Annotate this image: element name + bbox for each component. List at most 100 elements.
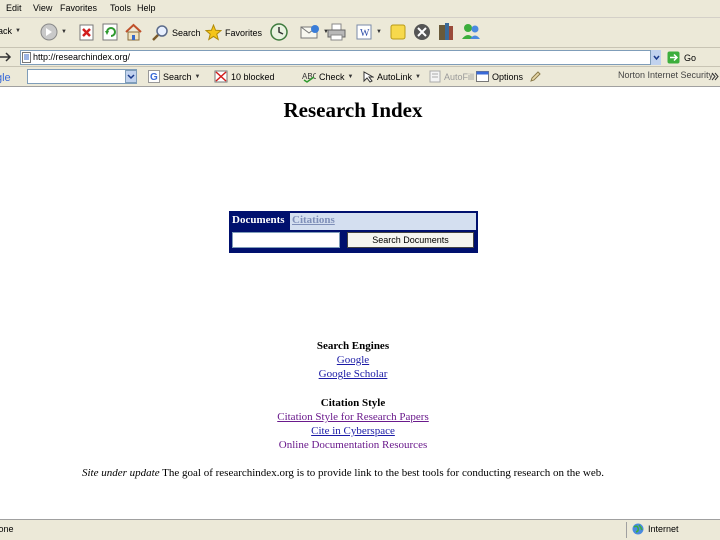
magnifier-icon: [152, 25, 168, 41]
mail-icon: [300, 25, 319, 39]
popup-blocker-button[interactable]: 10 blocked: [214, 70, 275, 83]
norton-button[interactable]: Norton Internet Security: [618, 70, 713, 80]
autofill-label: AutoFill: [444, 71, 475, 82]
zone-label: Internet: [648, 524, 679, 534]
check-icon: ABC: [302, 72, 316, 83]
globe-icon: [632, 523, 644, 535]
go-label: Go: [684, 52, 697, 63]
research-icon[interactable]: [437, 22, 455, 41]
menu-view[interactable]: View: [33, 3, 52, 13]
browser-chrome: Edit View Favorites Tools Help Back ▼ ▼ …: [0, 0, 720, 87]
address-dropdown[interactable]: [650, 50, 661, 65]
print-icon[interactable]: [327, 23, 346, 41]
search-engines-section: Search Engines Google Google Scholar: [0, 339, 706, 381]
link-online-documentation[interactable]: Online Documentation Resources: [0, 438, 706, 452]
pencil-icon[interactable]: [529, 70, 541, 83]
google-toolbar: gle G Search ▼ 10 blocked ABC Check ▼ Au…: [0, 67, 720, 87]
citation-style-section: Citation Style Citation Style for Resear…: [0, 396, 706, 452]
menu-favorites[interactable]: Favorites: [60, 3, 97, 13]
google-search-input[interactable]: [27, 69, 137, 84]
forward-button[interactable]: ▼: [40, 23, 67, 41]
chevron-down-icon: [653, 55, 660, 61]
check-dropdown-icon[interactable]: ▼: [348, 74, 354, 80]
autolink-dropdown-icon[interactable]: ▼: [415, 74, 421, 80]
back-dropdown-icon[interactable]: ▼: [15, 28, 21, 34]
status-divider: [626, 522, 627, 538]
go-button[interactable]: Go: [667, 51, 696, 64]
security-zone[interactable]: Internet: [632, 523, 679, 535]
page-title: Research Index: [283, 98, 423, 122]
address-input[interactable]: http://researchindex.org/: [20, 50, 660, 65]
autofill-button[interactable]: AutoFill: [429, 70, 474, 83]
block-icon[interactable]: [413, 23, 431, 41]
search-label: Search: [172, 27, 201, 38]
tab-documents[interactable]: Documents: [231, 214, 286, 230]
stop-icon[interactable]: [79, 24, 94, 41]
home-icon[interactable]: [124, 23, 143, 41]
menu-help[interactable]: Help: [137, 3, 156, 13]
link-google[interactable]: Google: [0, 353, 706, 367]
search-engines-heading: Search Engines: [316, 340, 390, 352]
search-button[interactable]: Search: [152, 24, 201, 41]
google-logo-icon[interactable]: gle: [0, 70, 26, 84]
status-bar: Done Internet: [0, 519, 720, 540]
blocked-label: 10 blocked: [231, 71, 275, 82]
spell-check-button[interactable]: ABC Check ▼: [302, 70, 353, 83]
back-button[interactable]: Back ▼: [0, 26, 21, 36]
search-box: Documents Citations Search Documents: [229, 211, 478, 253]
menu-edit[interactable]: Edit: [6, 3, 22, 13]
address-url: http://researchindex.org/: [33, 52, 131, 62]
svg-text:G: G: [150, 72, 158, 83]
autolink-label: AutoLink: [377, 71, 413, 82]
notice-text: The goal of researchindex.org is to prov…: [159, 467, 604, 479]
options-label: Options: [492, 71, 524, 82]
google-search-label: Search: [163, 71, 192, 82]
check-label: Check: [319, 71, 345, 82]
search-input[interactable]: [232, 232, 340, 248]
menu-bar: Edit View Favorites Tools Help: [0, 0, 720, 18]
toolbar-chevron-icon[interactable]: [711, 71, 719, 82]
popup-blocked-icon: [214, 70, 228, 83]
history-icon[interactable]: [270, 23, 288, 41]
norton-label: Norton Internet Security: [618, 70, 714, 80]
refresh-icon[interactable]: [102, 23, 119, 41]
address-arrow-icon: [0, 52, 12, 62]
google-dropdown-icon[interactable]: [125, 70, 137, 83]
autofill-icon: [429, 70, 441, 83]
google-search-dropdown-icon[interactable]: ▼: [195, 74, 201, 80]
messenger-icon[interactable]: [461, 22, 481, 41]
google-g-icon: G: [148, 70, 160, 83]
edit-button[interactable]: W ▼: [356, 24, 382, 40]
forward-dropdown-icon[interactable]: ▼: [61, 29, 67, 35]
search-documents-button[interactable]: Search Documents: [347, 232, 474, 248]
page-content: Research Index Documents Citations Searc…: [0, 87, 720, 519]
back-label: Back: [0, 26, 13, 36]
svg-text:gle: gle: [0, 72, 11, 84]
autolink-icon: [363, 71, 374, 83]
standard-toolbar: Back ▼ ▼ Search Favorites ▼ W ▼: [0, 18, 720, 48]
autolink-button[interactable]: AutoLink ▼: [362, 70, 421, 83]
svg-text:W: W: [360, 28, 370, 39]
edit-dropdown-icon[interactable]: ▼: [376, 29, 382, 35]
favorites-button[interactable]: Favorites: [205, 24, 262, 41]
link-citation-style[interactable]: Citation Style for Research Papers: [0, 410, 706, 424]
link-cite-in-cyberspace[interactable]: Cite in Cyberspace: [0, 424, 706, 438]
forward-icon: [40, 23, 58, 41]
star-icon: [205, 24, 222, 41]
options-button[interactable]: Options: [476, 70, 523, 83]
mail-button[interactable]: ▼: [300, 23, 329, 41]
page-icon: [22, 52, 31, 63]
status-text: Done: [0, 524, 14, 534]
tab-citations[interactable]: Citations: [290, 213, 476, 230]
menu-tools[interactable]: Tools: [110, 3, 131, 13]
link-google-scholar[interactable]: Google Scholar: [0, 367, 706, 381]
google-search-button[interactable]: G Search ▼: [148, 70, 200, 83]
citation-style-heading: Citation Style: [320, 397, 386, 409]
site-notice: Site under update The goal of researchin…: [82, 467, 702, 479]
options-icon: [476, 71, 489, 82]
go-arrow-icon: [667, 51, 680, 64]
favorites-label: Favorites: [225, 27, 263, 38]
note-icon[interactable]: [390, 24, 406, 40]
word-icon: W: [356, 24, 372, 40]
address-bar: http://researchindex.org/ Go: [0, 48, 720, 67]
